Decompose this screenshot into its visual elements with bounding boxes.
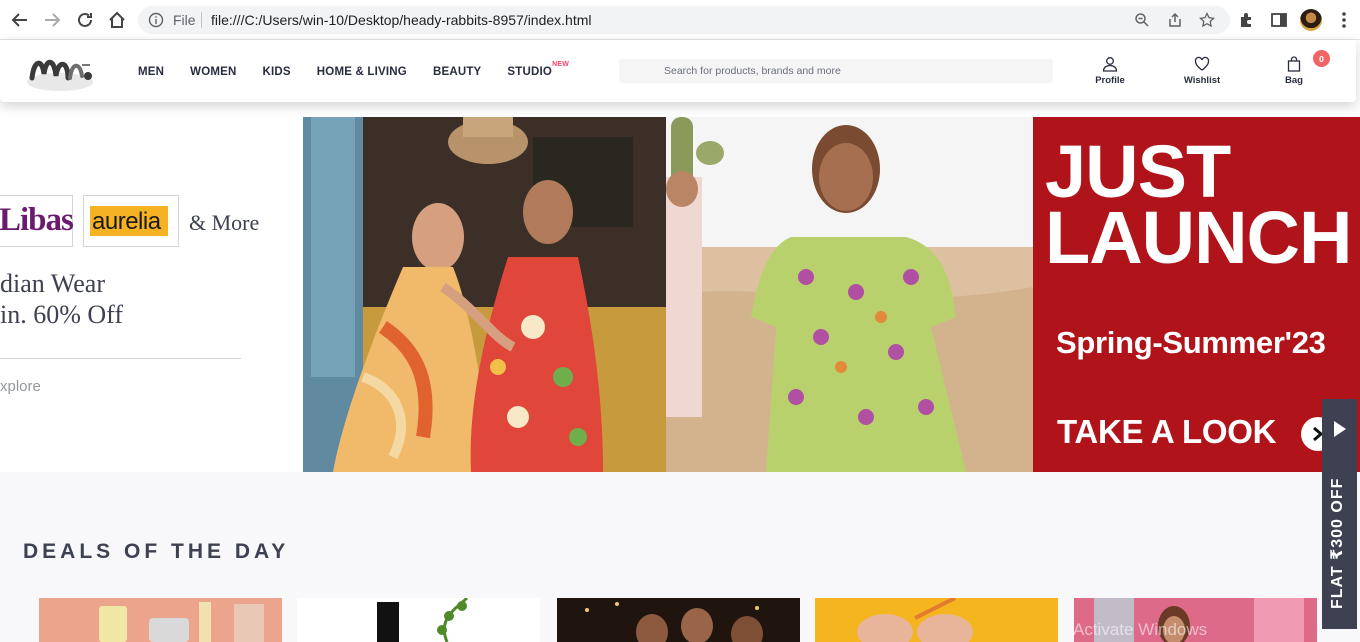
season-text: Spring-Summer'23	[1056, 325, 1326, 360]
bookmark-star-icon[interactable]	[1197, 10, 1217, 30]
search-input[interactable]	[619, 59, 1053, 83]
deal-card-men-fashion[interactable]	[557, 598, 800, 642]
browser-toolbar: File file:///C:/Users/win-10/Desktop/hea…	[0, 0, 1360, 40]
search-bar	[619, 59, 1053, 83]
wishlist-button[interactable]: Wishlist	[1172, 56, 1232, 86]
zoom-icon[interactable]	[1132, 10, 1152, 30]
nav-beauty[interactable]: BEAUTY	[433, 66, 481, 78]
forward-icon[interactable]	[40, 8, 64, 32]
bag-label: Bag	[1285, 75, 1303, 86]
launch-headline-line2: LAUNCH	[1045, 196, 1352, 279]
bag-count-badge: 0	[1313, 50, 1330, 67]
carousel-photo-women-cafe[interactable]	[303, 117, 666, 472]
and-more-text: & More	[189, 210, 260, 235]
offer-line-2: in. 60% Off	[0, 300, 124, 329]
deal-card-skincare[interactable]	[297, 598, 540, 642]
launch-headline: JUST LAUNCH	[1045, 135, 1352, 279]
carousel-slide-brands[interactable]: Libas aurelia & More dian Wear in. 60% O…	[0, 117, 303, 472]
site-header: MEN WOMEN KIDS HOME & LIVING BEAUTY STUD…	[0, 40, 1356, 102]
address-scheme: File	[173, 12, 196, 28]
address-url[interactable]: file:///C:/Users/win-10/Desktop/heady-ra…	[211, 12, 592, 28]
explore-link[interactable]: xplore	[0, 378, 41, 395]
new-badge: NEW	[552, 61, 570, 68]
offer-line-1: dian Wear	[0, 269, 105, 298]
menu-kebab-icon[interactable]	[1332, 8, 1356, 32]
offer-tab-label: FLAT ₹300 OFF	[1329, 477, 1346, 609]
home-icon[interactable]	[105, 8, 129, 32]
nav-studio-label: STUDIO	[507, 66, 553, 78]
reload-icon[interactable]	[73, 8, 97, 32]
divider	[0, 358, 241, 359]
carousel-photo-desert[interactable]	[666, 117, 1033, 472]
play-icon	[1334, 421, 1346, 437]
profile-button[interactable]: Profile	[1080, 56, 1140, 86]
share-icon[interactable]	[1165, 10, 1185, 30]
side-panel-icon[interactable]	[1267, 8, 1291, 32]
take-a-look-link[interactable]: TAKE A LOOK	[1057, 413, 1276, 451]
offer-text: dian Wear in. 60% Off	[0, 268, 123, 330]
nav-home-living[interactable]: HOME & LIVING	[317, 66, 407, 78]
profile-icon	[1080, 56, 1140, 73]
back-icon[interactable]	[8, 8, 32, 32]
deal-card-beauty[interactable]	[39, 598, 282, 642]
brand-logo-libas: Libas	[0, 195, 74, 247]
site-logo[interactable]	[24, 48, 98, 96]
flat-offer-tab[interactable]: FLAT ₹300 OFF	[1322, 399, 1357, 629]
nav-women[interactable]: WOMEN	[190, 66, 236, 78]
brand-aurelia-text: aurelia	[92, 208, 161, 235]
extensions-icon[interactable]	[1235, 8, 1259, 32]
address-bar[interactable]: File file:///C:/Users/win-10/Desktop/hea…	[138, 6, 1230, 34]
brand-libas-text: Libas	[0, 202, 74, 238]
heart-icon	[1172, 56, 1232, 73]
nav-men[interactable]: MEN	[138, 66, 164, 78]
carousel-slide-launch[interactable]: JUST LAUNCH Spring-Summer'23 TAKE A LOOK	[1033, 117, 1360, 472]
deal-card-lingerie[interactable]	[815, 598, 1058, 642]
profile-avatar[interactable]	[1300, 9, 1322, 31]
deals-title: DEALS OF THE DAY	[23, 540, 290, 563]
info-icon[interactable]	[148, 12, 164, 28]
profile-label: Profile	[1095, 75, 1125, 86]
brand-logo-aurelia: aurelia	[83, 195, 179, 247]
wishlist-label: Wishlist	[1183, 75, 1221, 86]
windows-activation-watermark: Activate Windows	[1073, 620, 1208, 639]
nav-studio[interactable]: STUDIO NEW	[507, 61, 568, 78]
nav-kids[interactable]: KIDS	[263, 66, 291, 78]
main-nav: MEN WOMEN KIDS HOME & LIVING BEAUTY STUD…	[138, 61, 578, 78]
address-separator	[201, 12, 202, 28]
